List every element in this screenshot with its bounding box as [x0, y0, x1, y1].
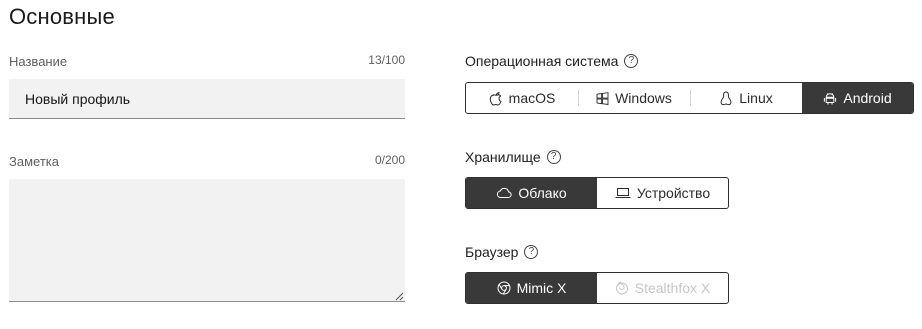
os-option-windows[interactable]: Windows — [578, 83, 690, 113]
browser-label: Браузер — [465, 244, 519, 260]
note-label: Заметка — [9, 154, 59, 169]
browser-group-label: Браузер ? — [465, 244, 539, 260]
section-title: Основные — [9, 4, 115, 29]
os-option-label: macOS — [508, 90, 556, 106]
os-option-label: Windows — [615, 90, 672, 106]
help-icon[interactable]: ? — [524, 245, 539, 259]
chrome-icon — [497, 281, 511, 295]
os-option-macos[interactable]: macOS — [466, 83, 578, 113]
storage-option-device[interactable]: Устройство — [597, 178, 728, 208]
android-icon — [824, 93, 837, 105]
firefox-icon — [615, 281, 628, 295]
windows-icon — [596, 91, 609, 105]
os-label: Операционная система — [465, 53, 619, 69]
cloud-icon — [497, 187, 512, 198]
os-group-label: Операционная система ? — [465, 53, 639, 69]
os-option-android[interactable]: Android — [802, 83, 913, 113]
note-counter: 0/200 — [374, 153, 405, 167]
name-counter: 13/100 — [368, 53, 405, 67]
os-option-linux[interactable]: Linux — [690, 83, 802, 113]
storage-group-label: Хранилище ? — [465, 149, 561, 165]
name-label: Название — [9, 54, 68, 69]
profile-name-input[interactable] — [9, 79, 405, 119]
resize-handle-icon[interactable] — [394, 291, 404, 301]
storage-option-cloud[interactable]: Облако — [466, 178, 597, 208]
browser-option-label: Stealthfox X — [634, 280, 711, 296]
help-icon[interactable]: ? — [546, 150, 561, 164]
linux-icon — [720, 90, 732, 105]
apple-icon — [489, 91, 502, 106]
os-option-label: Linux — [739, 90, 773, 106]
storage-option-label: Облако — [518, 185, 567, 201]
browser-option-stealthfox: Stealthfox X — [597, 273, 728, 303]
os-option-label: Android — [843, 90, 892, 106]
help-icon[interactable]: ? — [624, 54, 639, 68]
browser-selector: Mimic X Stealthfox X — [465, 272, 729, 304]
browser-option-label: Mimic X — [516, 280, 567, 296]
browser-option-mimic[interactable]: Mimic X — [466, 273, 597, 303]
storage-selector: Облако Устройство — [465, 177, 729, 209]
os-selector: macOS Windows Linux Android — [465, 82, 914, 114]
storage-option-label: Устройство — [636, 185, 711, 201]
laptop-icon — [615, 188, 631, 198]
note-textarea[interactable] — [9, 179, 405, 302]
storage-label: Хранилище — [465, 149, 541, 165]
